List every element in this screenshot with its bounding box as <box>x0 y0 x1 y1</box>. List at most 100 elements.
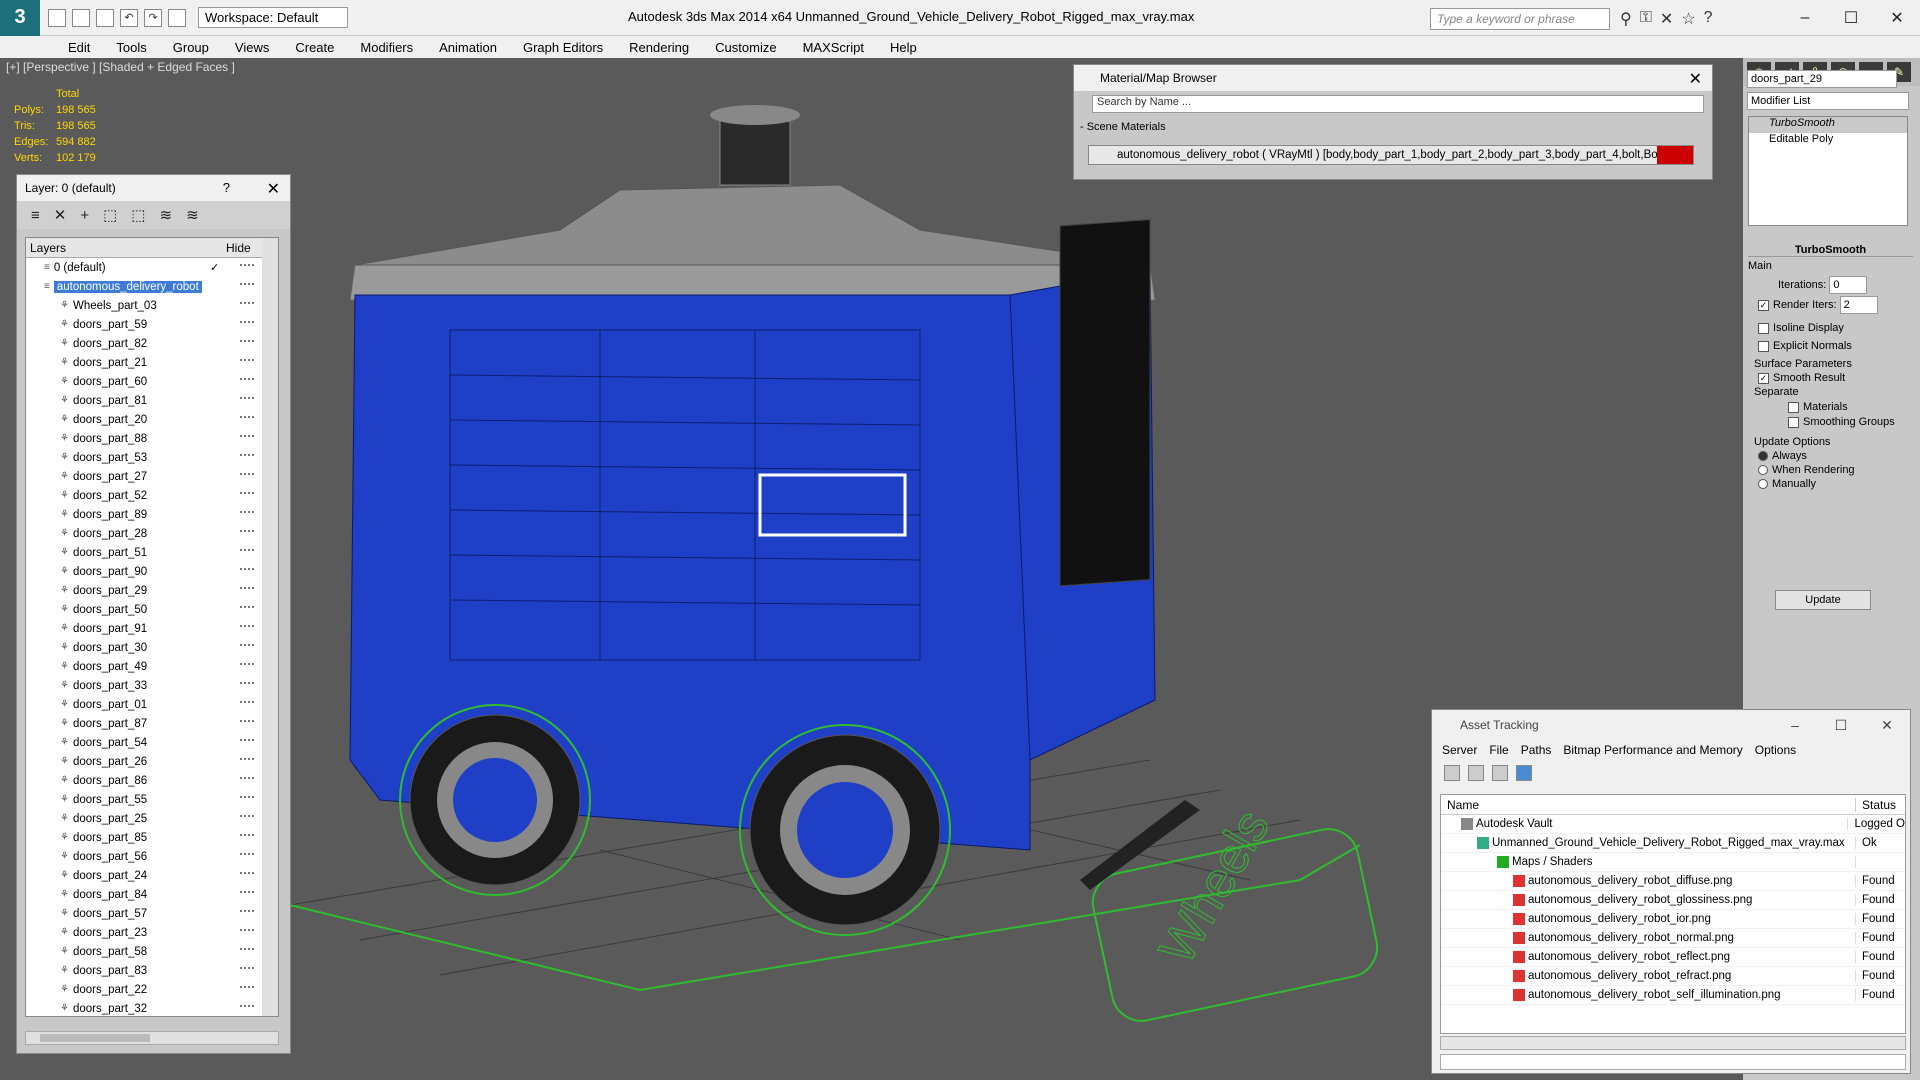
new-file-icon[interactable] <box>48 8 66 27</box>
menu-maxscript[interactable]: MAXScript <box>790 40 877 55</box>
layer-row[interactable]: ⚘ doors_part_26 <box>26 752 278 771</box>
layer-row[interactable]: ⚘ doors_part_54 <box>26 733 278 752</box>
app-logo-icon[interactable]: 3 <box>0 0 40 36</box>
hide-toggle-icon[interactable] <box>240 359 254 363</box>
viewport-label[interactable]: [+] [Perspective ] [Shaded + Edged Faces… <box>6 60 235 74</box>
menu-tools[interactable]: Tools <box>103 40 159 55</box>
layer-row[interactable]: ≡ autonomous_delivery_robot <box>26 277 278 296</box>
layer-row[interactable]: ⚘ doors_part_32 <box>26 999 278 1016</box>
hide-toggle-icon[interactable] <box>240 967 254 971</box>
asset-row[interactable]: autonomous_delivery_robot_self_illuminat… <box>1441 986 1905 1005</box>
asset-row[interactable]: Maps / Shaders <box>1441 853 1905 872</box>
close-icon[interactable]: ✕ <box>1864 710 1910 740</box>
save-file-icon[interactable] <box>96 8 114 27</box>
modifier-list-dropdown[interactable]: Modifier List <box>1747 92 1909 110</box>
asset-row[interactable]: Autodesk Vault Logged O <box>1441 815 1905 834</box>
asset-menu-bitmap-performance-and-memory[interactable]: Bitmap Performance and Memory <box>1563 743 1742 757</box>
layer-row[interactable]: ⚘ doors_part_59 <box>26 315 278 334</box>
help-icon[interactable]: ? <box>1704 9 1713 29</box>
menu-animation[interactable]: Animation <box>426 40 510 55</box>
scene-materials-section[interactable]: - Scene Materials <box>1080 121 1166 133</box>
hide-toggle-icon[interactable] <box>240 986 254 990</box>
material-item[interactable]: autonomous_delivery_robot ( VRayMtl ) [b… <box>1088 145 1694 165</box>
layer-row[interactable]: ⚘ doors_part_49 <box>26 657 278 676</box>
hide-toggle-icon[interactable] <box>240 454 254 458</box>
menu-views[interactable]: Views <box>222 40 282 55</box>
hide-toggle-icon[interactable] <box>240 815 254 819</box>
layer-list-scrollbar[interactable] <box>262 238 278 1016</box>
layer-row[interactable]: ⚘ doors_part_50 <box>26 600 278 619</box>
object-name-field[interactable]: doors_part_29 <box>1747 70 1897 88</box>
always-radio[interactable] <box>1758 451 1768 462</box>
open-file-icon[interactable] <box>72 8 90 27</box>
layer-row[interactable]: ⚘ doors_part_81 <box>26 391 278 410</box>
asset-menu-server[interactable]: Server <box>1442 743 1477 757</box>
asset-menu-paths[interactable]: Paths <box>1521 743 1552 757</box>
when-rendering-radio[interactable] <box>1758 465 1768 476</box>
close-icon[interactable]: ✕ <box>1874 0 1920 36</box>
modifier-stack-item[interactable]: Editable Poly <box>1749 133 1907 149</box>
menu-modifiers[interactable]: Modifiers <box>347 40 426 55</box>
help-icon[interactable]: ? <box>223 180 230 195</box>
layer-row[interactable]: ⚘ doors_part_60 <box>26 372 278 391</box>
current-layer-check-icon[interactable]: ✓ <box>210 261 219 274</box>
refresh-icon[interactable] <box>1444 765 1460 781</box>
turbosmooth-rollout-title[interactable]: TurboSmooth <box>1748 244 1913 257</box>
layer-row[interactable]: ⚘ doors_part_57 <box>26 904 278 923</box>
layer-row[interactable]: ⚘ doors_part_01 <box>26 695 278 714</box>
menu-group[interactable]: Group <box>160 40 222 55</box>
freeze-all-layers-icon[interactable]: ≋ <box>186 206 199 224</box>
asset-menu-options[interactable]: Options <box>1755 743 1796 757</box>
layer-row[interactable]: ⚘ doors_part_29 <box>26 581 278 600</box>
layers-column-header[interactable]: Layers <box>26 241 226 255</box>
layer-row[interactable]: ⚘ doors_part_33 <box>26 676 278 695</box>
menu-customize[interactable]: Customize <box>702 40 789 55</box>
maximize-icon[interactable]: ☐ <box>1828 0 1874 36</box>
layer-row[interactable]: ⚘ doors_part_20 <box>26 410 278 429</box>
hide-toggle-icon[interactable] <box>240 929 254 933</box>
materials-checkbox[interactable] <box>1788 401 1799 413</box>
layer-row[interactable]: ⚘ doors_part_28 <box>26 524 278 543</box>
minimize-icon[interactable]: – <box>1772 710 1818 740</box>
layer-row[interactable]: ⚘ doors_part_25 <box>26 809 278 828</box>
layer-row[interactable]: ⚘ doors_part_85 <box>26 828 278 847</box>
workspace-dropdown[interactable]: Workspace: Default <box>198 7 348 28</box>
hide-toggle-icon[interactable] <box>240 492 254 496</box>
layer-list-hscrollbar[interactable] <box>25 1031 279 1045</box>
maximize-icon[interactable]: ☐ <box>1818 710 1864 740</box>
hide-toggle-icon[interactable] <box>240 910 254 914</box>
hide-toggle-icon[interactable] <box>240 758 254 762</box>
list-view-icon[interactable] <box>1468 765 1484 781</box>
isoline-checkbox[interactable] <box>1758 322 1769 334</box>
render-iters-checkbox[interactable]: ✓ <box>1758 299 1769 311</box>
render-iters-spinner[interactable]: 2 <box>1839 296 1878 314</box>
undo-icon[interactable]: ↶ <box>120 8 138 27</box>
table-view-icon[interactable] <box>1516 765 1532 781</box>
create-layer-icon[interactable]: ≡ <box>31 207 40 224</box>
hide-toggle-icon[interactable] <box>240 264 254 268</box>
layer-row[interactable]: ⚘ doors_part_83 <box>26 961 278 980</box>
hide-toggle-icon[interactable] <box>240 625 254 629</box>
delete-layer-icon[interactable]: ✕ <box>54 206 67 224</box>
layer-row[interactable]: ⚘ doors_part_53 <box>26 448 278 467</box>
hide-toggle-icon[interactable] <box>240 606 254 610</box>
minimize-icon[interactable]: – <box>1782 0 1828 36</box>
key-icon[interactable]: ⚿ <box>1640 9 1652 29</box>
hide-toggle-icon[interactable] <box>240 796 254 800</box>
hide-toggle-icon[interactable] <box>240 587 254 591</box>
asset-row[interactable]: autonomous_delivery_robot_ior.png Found <box>1441 910 1905 929</box>
iterations-spinner[interactable]: 0 <box>1829 276 1868 294</box>
layer-row[interactable]: ⚘ doors_part_30 <box>26 638 278 657</box>
layer-row[interactable]: ⚘ doors_part_86 <box>26 771 278 790</box>
layer-row[interactable]: ⚘ doors_part_58 <box>26 942 278 961</box>
asset-row[interactable]: Unmanned_Ground_Vehicle_Delivery_Robot_R… <box>1441 834 1905 853</box>
hide-toggle-icon[interactable] <box>240 872 254 876</box>
asset-row[interactable]: autonomous_delivery_robot_reflect.png Fou… <box>1441 948 1905 967</box>
close-icon[interactable]: ✕ <box>267 179 280 199</box>
hide-toggle-icon[interactable] <box>240 473 254 477</box>
layer-row[interactable]: ⚘ doors_part_51 <box>26 543 278 562</box>
smoothing-groups-checkbox[interactable] <box>1788 416 1799 428</box>
project-folder-icon[interactable] <box>168 8 186 27</box>
exchange-icon[interactable]: ✕ <box>1660 9 1673 29</box>
hide-toggle-icon[interactable] <box>240 644 254 648</box>
